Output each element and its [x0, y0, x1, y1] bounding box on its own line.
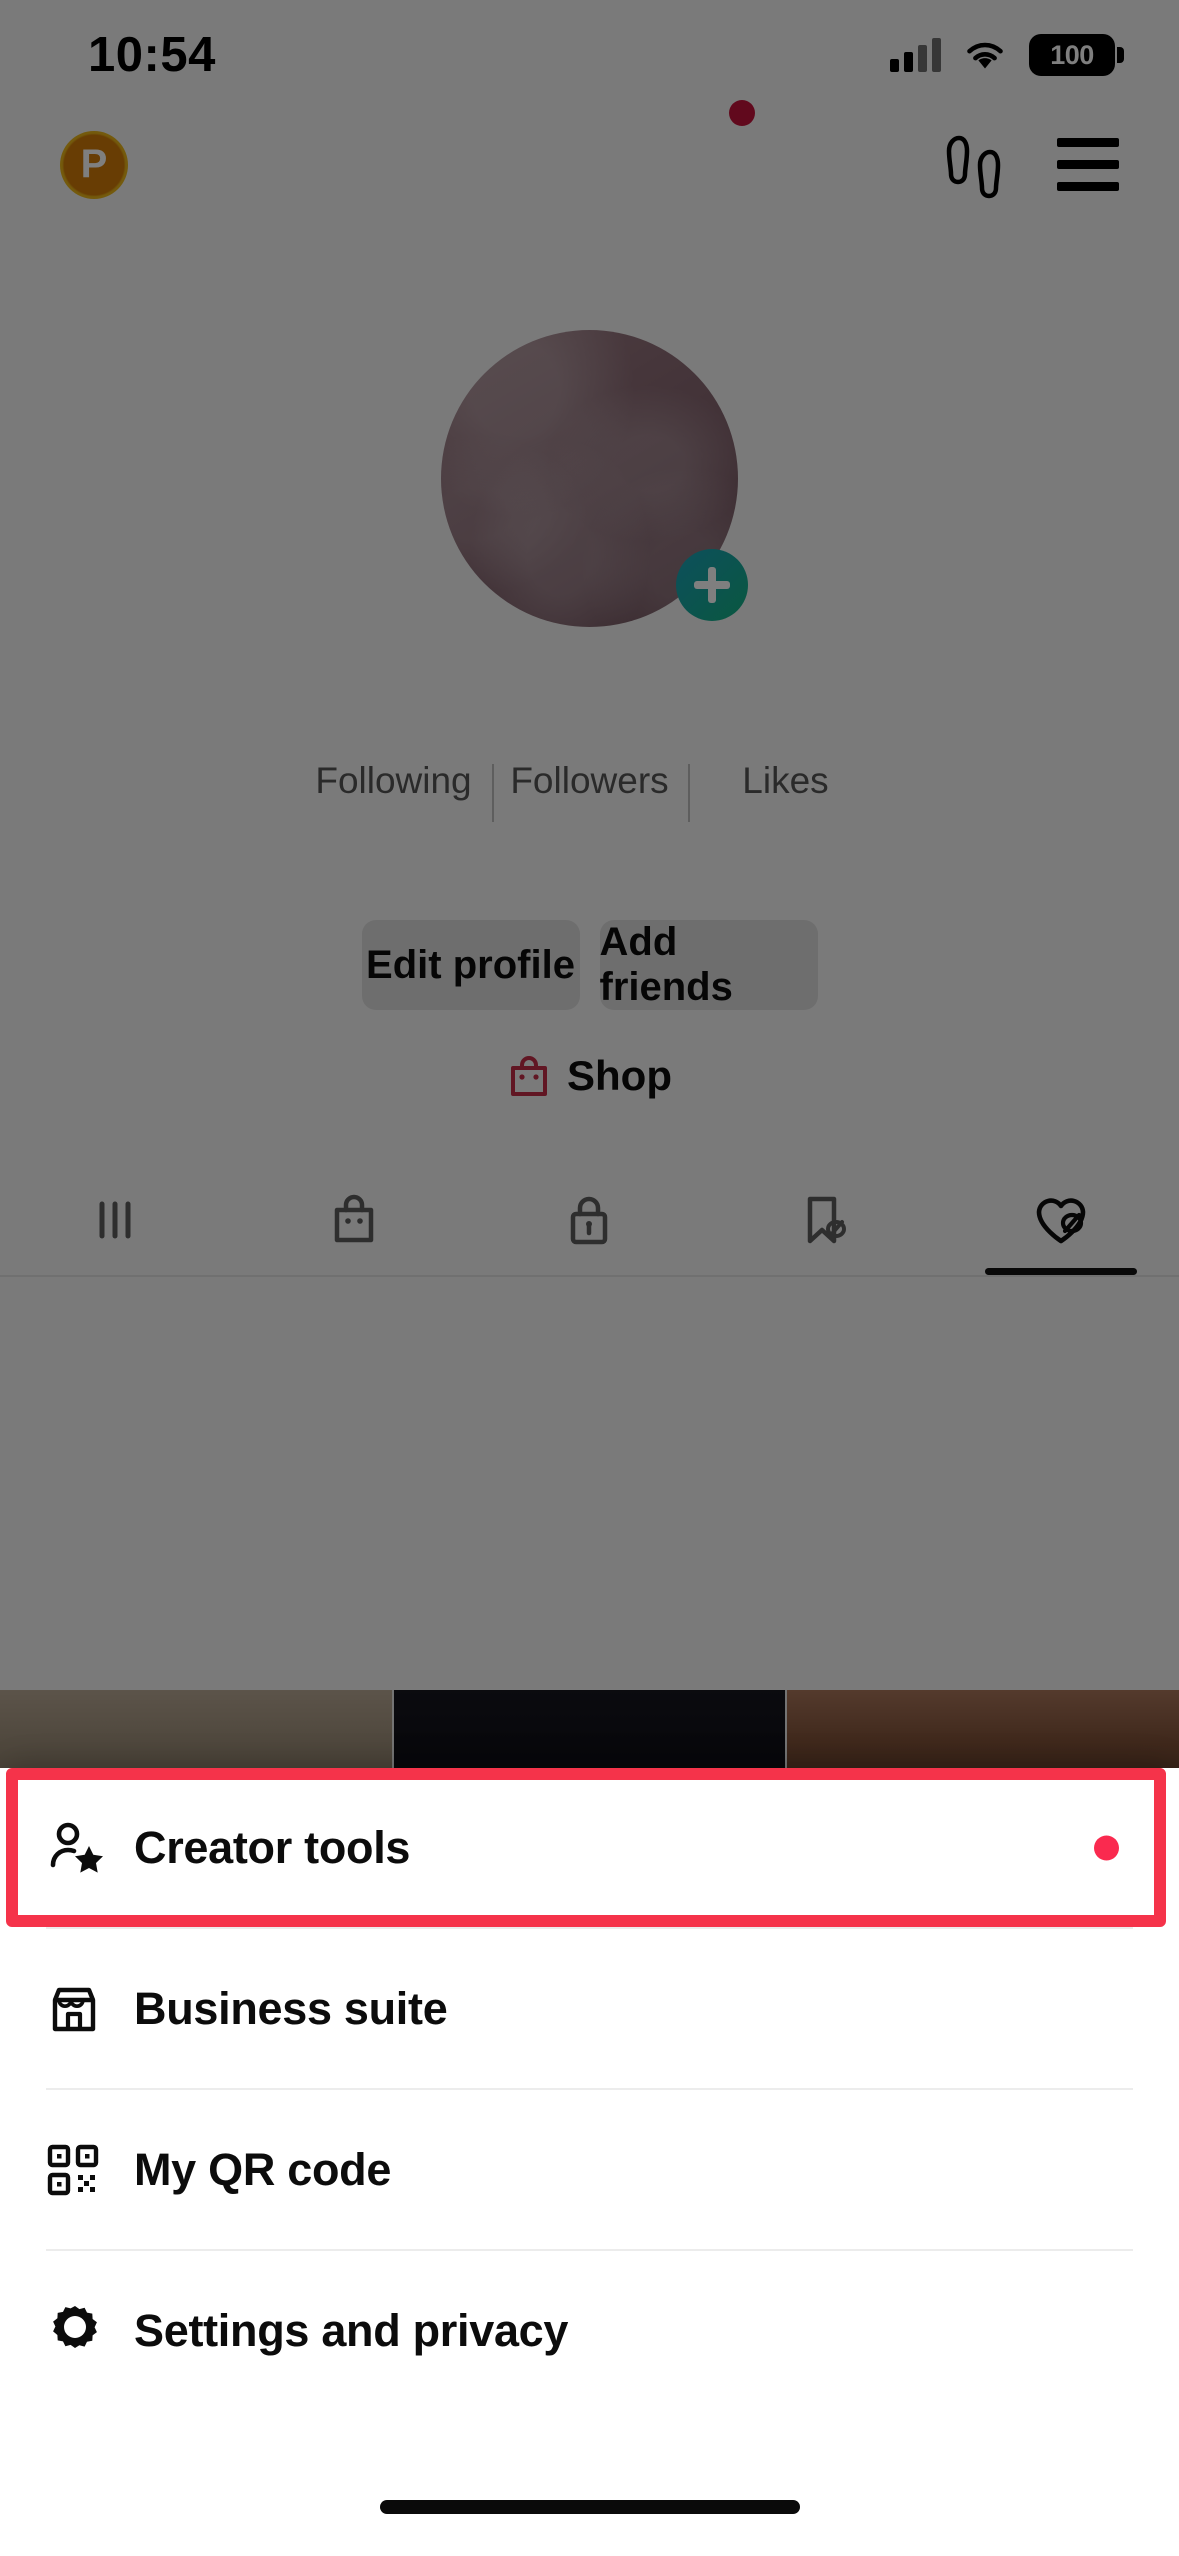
- stat-label: Followers: [510, 760, 669, 801]
- cellular-signal-icon: [890, 38, 941, 72]
- top-nav-right: [729, 99, 1119, 200]
- saved-tab[interactable]: [707, 1165, 943, 1275]
- shop-link[interactable]: Shop: [0, 1052, 1179, 1100]
- menu-item-settings-and-privacy[interactable]: Settings and privacy: [0, 2251, 1179, 2410]
- posts-tab[interactable]: [0, 1165, 236, 1275]
- profile-stats: Following Followers Likes: [0, 760, 1179, 822]
- storefront-icon: [46, 1980, 120, 2038]
- profile-menu-sheet: Creator tools Business suite My QR code …: [0, 1768, 1179, 2556]
- qr-code-icon: [46, 2143, 120, 2197]
- profile-actions: Edit profile Add friends: [0, 920, 1179, 1010]
- lock-icon: [571, 1196, 608, 1245]
- gear-icon: [46, 2302, 120, 2360]
- stat-label: Following: [315, 760, 472, 801]
- video-thumbnail[interactable]: [393, 1690, 788, 1768]
- heart-hidden-icon: [1036, 1198, 1086, 1244]
- avatar-section: [0, 330, 1179, 627]
- shopping-bag-icon: [511, 1056, 547, 1096]
- footprints-icon[interactable]: [945, 130, 1007, 200]
- status-bar-indicators: 100: [890, 34, 1124, 76]
- shopping-bag-icon: [334, 1194, 373, 1243]
- bookmark-hidden-icon: [808, 1196, 847, 1244]
- stat-followers[interactable]: Followers: [491, 760, 688, 822]
- menu-item-label: Business suite: [134, 1982, 448, 2034]
- battery-level: 100: [1050, 39, 1094, 70]
- status-bar-time: 10:54: [88, 28, 216, 82]
- home-indicator: [379, 2500, 800, 2514]
- menu-item-my-qr-code[interactable]: My QR code: [0, 2090, 1179, 2249]
- shop-label: Shop: [567, 1052, 672, 1099]
- plus-icon[interactable]: [676, 549, 748, 621]
- menu-list: Creator tools Business suite My QR code …: [0, 1768, 1179, 2410]
- video-thumbnail[interactable]: [787, 1690, 1179, 1768]
- grid-posts-icon: [99, 1201, 131, 1239]
- notification-dot: [729, 99, 755, 126]
- stat-likes[interactable]: Likes: [687, 760, 884, 822]
- profile-screen: 10:54 100 P Following Followers Likes Ed…: [0, 0, 1179, 1768]
- video-thumbnail[interactable]: [0, 1690, 394, 1768]
- video-thumbnail-strip: [0, 1690, 1179, 1768]
- profile-top-nav: P: [0, 99, 1179, 217]
- edit-profile-button[interactable]: Edit profile: [361, 920, 580, 1010]
- private-tab[interactable]: [472, 1165, 708, 1275]
- wifi-icon: [967, 42, 1003, 69]
- shop-tab[interactable]: [236, 1165, 472, 1275]
- menu-item-creator-tools[interactable]: Creator tools: [0, 1768, 1179, 1927]
- hamburger-menu-icon[interactable]: [1057, 138, 1119, 191]
- status-bar: 10:54 100: [0, 0, 1179, 110]
- menu-item-badge: [1094, 1835, 1119, 1860]
- menu-item-label: My QR code: [134, 2143, 392, 2195]
- liked-tab[interactable]: [943, 1165, 1179, 1275]
- avatar[interactable]: [441, 330, 748, 627]
- modal-scrim[interactable]: [0, 0, 1179, 1768]
- content-tab-bar: [0, 1165, 1179, 1277]
- stat-following[interactable]: Following: [296, 760, 492, 802]
- person-star-icon: [46, 1819, 120, 1877]
- coin-letter: P: [80, 142, 108, 186]
- points-coin-icon[interactable]: P: [60, 130, 128, 199]
- battery-icon: 100: [1029, 34, 1124, 76]
- menu-item-label: Settings and privacy: [134, 2304, 569, 2356]
- add-friends-button[interactable]: Add friends: [599, 920, 818, 1010]
- menu-item-business-suite[interactable]: Business suite: [0, 1929, 1179, 2088]
- menu-item-label: Creator tools: [134, 1821, 411, 1873]
- stat-label: Likes: [742, 760, 829, 801]
